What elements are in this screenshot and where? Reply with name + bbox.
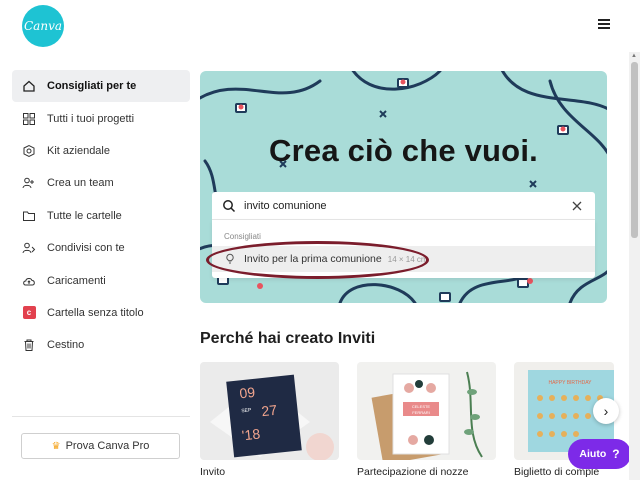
sidebar-item-label: Tutte le cartelle <box>47 209 122 222</box>
grid-icon <box>20 112 38 126</box>
sidebar-item-uploads[interactable]: Caricamenti <box>12 264 190 296</box>
sidebar-item-shared[interactable]: Condivisi con te <box>12 232 190 264</box>
sidebar-item-recommended[interactable]: Consigliati per te <box>12 70 190 103</box>
sidebar-item-label: Caricamenti <box>47 274 106 287</box>
sidebar-item-label: Crea un team <box>47 177 114 190</box>
shared-icon <box>20 241 38 255</box>
sidebar-item-all-projects[interactable]: Tutti i tuoi progetti <box>12 102 190 134</box>
brand-kit-icon <box>20 144 38 158</box>
sidebar-divider <box>12 416 190 417</box>
sidebar-item-brand-kit[interactable]: Kit aziendale <box>12 135 190 167</box>
highlight-annotation <box>206 241 429 279</box>
red-folder-icon: c <box>20 306 38 320</box>
close-icon[interactable] <box>571 200 583 212</box>
card-label[interactable]: Partecipazione di nozze <box>357 466 469 478</box>
sidebar-item-trash[interactable]: Cestino <box>12 329 190 361</box>
sidebar-item-label: Consigliati per te <box>47 80 137 93</box>
chevron-right-icon: › <box>603 403 609 419</box>
sidebar-item-label: Cartella senza titolo <box>47 306 144 319</box>
canva-logo[interactable]: Canva <box>22 5 64 47</box>
home-icon <box>20 79 38 93</box>
invito-text-3: '18 <box>241 426 261 444</box>
try-canva-pro-button[interactable]: ♛ Prova Canva Pro <box>21 433 180 459</box>
suggestions-header: Consigliati <box>224 232 261 241</box>
hero-title: Crea ciò che vuoi. <box>269 133 538 168</box>
invito-thumbnail: 09 27 '18 SEP <box>200 362 339 460</box>
search-input[interactable]: invito comunione <box>212 192 595 220</box>
pro-button-label: Prova Canva Pro <box>65 440 150 452</box>
sidebar: Consigliati per te Tutti i tuoi progetti… <box>12 70 190 362</box>
sidebar-item-label: Cestino <box>47 339 85 352</box>
trash-icon <box>20 338 38 352</box>
partecipazione-text-1: CELESTE <box>412 404 431 409</box>
carousel-next-button[interactable]: › <box>593 398 619 424</box>
sidebar-item-label: Kit aziendale <box>47 144 110 157</box>
search-icon <box>223 199 236 212</box>
crown-icon: ♛ <box>51 440 61 452</box>
menu-icon[interactable] <box>598 19 610 30</box>
help-button[interactable]: Aiuto ? <box>568 439 631 469</box>
invito-text-2: 27 <box>261 402 278 420</box>
sidebar-item-all-folders[interactable]: Tutte le cartelle <box>12 200 190 232</box>
sidebar-item-create-team[interactable]: Crea un team <box>12 167 190 199</box>
section-title: Perché hai creato Inviti <box>200 330 376 347</box>
partecipazione-text-2: FERRARI <box>412 410 430 415</box>
sidebar-item-untitled-folder[interactable]: c Cartella senza titolo <box>12 297 190 329</box>
invito-text-4: SEP <box>241 407 252 414</box>
scrollbar-thumb[interactable] <box>631 62 638 238</box>
invito-text-1: 09 <box>239 384 256 402</box>
team-icon <box>20 176 38 190</box>
folder-icon <box>20 209 38 223</box>
help-label: Aiuto <box>579 448 607 460</box>
partecipazione-thumbnail: CELESTE FERRARI <box>357 362 496 460</box>
template-card-invito[interactable]: 09 27 '18 SEP <box>200 362 339 460</box>
upload-cloud-icon <box>20 274 38 288</box>
search-value: invito comunione <box>244 199 327 212</box>
sidebar-item-label: Tutti i tuoi progetti <box>47 112 135 125</box>
scroll-up-icon[interactable]: ▲ <box>631 53 637 59</box>
compleanno-text: HAPPY BIRTHDAY <box>548 380 592 386</box>
card-label[interactable]: Invito <box>200 466 225 478</box>
scrollbar[interactable]: ▲ <box>629 52 640 480</box>
template-card-partecipazione[interactable]: CELESTE FERRARI <box>357 362 496 460</box>
sidebar-item-label: Condivisi con te <box>47 242 125 255</box>
question-icon: ? <box>612 447 620 461</box>
